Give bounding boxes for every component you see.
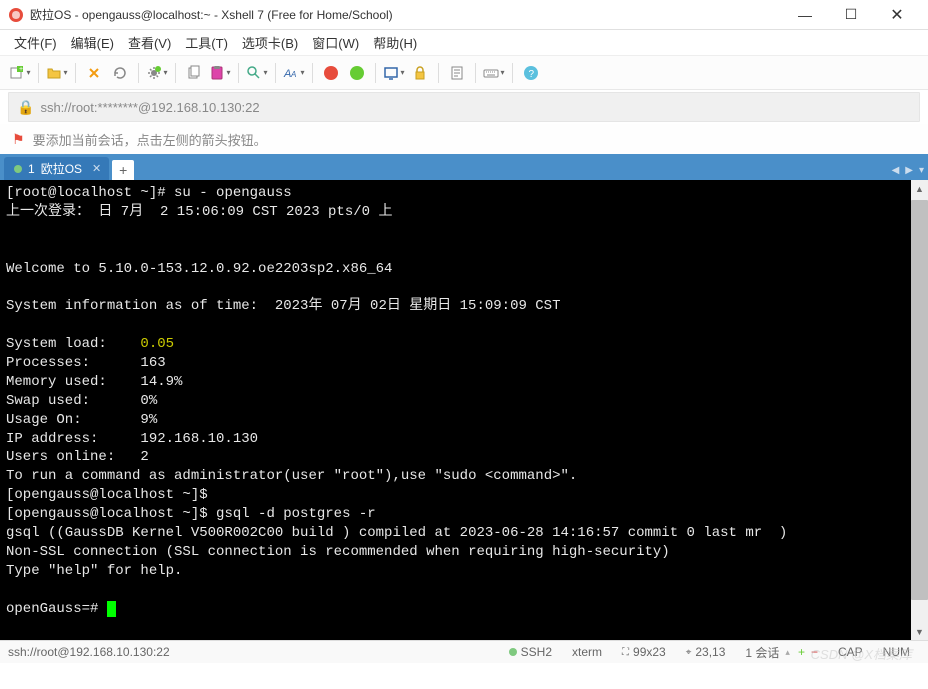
status-term: xterm — [562, 645, 612, 659]
help-icon[interactable]: ? — [519, 61, 543, 85]
terminal-container: [root@localhost ~]# su - opengauss 上一次登录… — [0, 180, 928, 640]
vertical-scrollbar[interactable]: ▲ ▼ — [911, 180, 928, 640]
hint-bar: ⚑ 要添加当前会话，点击左侧的箭头按钮。 — [0, 124, 928, 154]
session-tab[interactable]: 1 欧拉OS ✕ — [4, 157, 109, 180]
terminal-line: Usage On: 9% — [6, 412, 157, 428]
tab-close-icon[interactable]: ✕ — [92, 162, 101, 175]
menubar: 文件(F) 编辑(E) 查看(V) 工具(T) 选项卡(B) 窗口(W) 帮助(… — [0, 30, 928, 56]
terminal-line: System information as of time: 2023年 07月… — [6, 298, 560, 314]
menu-window[interactable]: 窗口(W) — [312, 33, 359, 52]
terminal-line: Swap used: 0% — [6, 393, 157, 409]
screen-icon[interactable]: ▾ — [382, 61, 406, 85]
scrollbar-thumb[interactable] — [911, 200, 928, 600]
system-load-value: 0.05 — [140, 336, 174, 352]
tab-nav: ◀ ▶ ▾ — [892, 165, 924, 176]
command: gsql -d postgres -r — [216, 506, 376, 522]
menu-file[interactable]: 文件(F) — [14, 33, 57, 52]
window-titlebar: 欧拉OS - opengauss@localhost:~ - Xshell 7 … — [0, 0, 928, 30]
status-connection: ssh://root@192.168.10.130:22 — [8, 645, 170, 659]
terminal-line: Users online: 2 — [6, 449, 149, 465]
window-title: 欧拉OS - opengauss@localhost:~ - Xshell 7 … — [30, 6, 782, 23]
status-cap: CAP — [828, 645, 873, 659]
address-bar[interactable]: 🔒 ssh://root:********@192.168.10.130:22 — [8, 92, 920, 122]
terminal-line: Processes: 163 — [6, 355, 166, 371]
status-size: ⛶ 99x23 — [612, 645, 676, 659]
toolbar: +▾ ▾ ▾ ▾ ▾ AA▾ ▾ ▾ ? — [0, 56, 928, 90]
terminal-line: 上一次登录： 日 7月 2 15:06:09 CST 2023 pts/0 上 — [6, 204, 392, 220]
tab-label: 欧拉OS — [41, 160, 82, 177]
address-text: ssh://root:********@192.168.10.130:22 — [40, 100, 259, 115]
prompt: [opengauss@localhost ~]$ — [6, 506, 216, 522]
xftp-icon[interactable] — [345, 61, 369, 85]
menu-tab[interactable]: 选项卡(B) — [242, 33, 298, 52]
terminal-line: gsql ((GaussDB Kernel V500R002C00 build … — [6, 525, 787, 541]
menu-tools[interactable]: 工具(T) — [185, 33, 228, 52]
terminal-line: Non-SSL connection (SSL connection is re… — [6, 544, 670, 560]
svg-text:?: ? — [529, 69, 535, 80]
prompt: [root@localhost ~]# — [6, 185, 174, 201]
disconnect-icon[interactable] — [82, 61, 106, 85]
new-tab-button[interactable]: + — [112, 160, 134, 180]
terminal-line: Memory used: 14.9% — [6, 374, 182, 390]
tab-next-icon[interactable]: ▶ — [905, 165, 913, 176]
prompt: [opengauss@localhost ~]$ — [6, 487, 208, 503]
svg-text:A: A — [290, 70, 296, 79]
tab-bar: 1 欧拉OS ✕ + ◀ ▶ ▾ — [0, 154, 928, 180]
font-icon[interactable]: AA▾ — [282, 61, 306, 85]
terminal-label: System load: — [6, 336, 140, 352]
terminal-line: IP address: 192.168.10.130 — [6, 431, 258, 447]
properties-icon[interactable]: ▾ — [145, 61, 169, 85]
terminal-line: Type "help" for help. — [6, 563, 182, 579]
status-pos: ⌖ 23,13 — [676, 645, 736, 659]
gsql-prompt: openGauss=# — [6, 601, 107, 617]
terminal[interactable]: [root@localhost ~]# su - opengauss 上一次登录… — [0, 180, 928, 640]
lock-icon[interactable] — [408, 61, 432, 85]
ssl-lock-icon: 🔒 — [17, 99, 34, 116]
terminal-line: Welcome to 5.10.0-153.12.0.92.oe2203sp2.… — [6, 261, 392, 277]
scroll-down-icon[interactable]: ▼ — [911, 623, 928, 640]
close-button[interactable]: ✕ — [874, 0, 920, 30]
ssh-status-icon — [509, 648, 517, 656]
svg-text:+: + — [19, 66, 23, 73]
cursor — [107, 601, 116, 617]
menu-edit[interactable]: 编辑(E) — [71, 33, 114, 52]
status-ssh: SSH2 — [499, 645, 562, 659]
tab-index: 1 — [28, 162, 35, 176]
keyboard-icon[interactable]: ▾ — [482, 61, 506, 85]
log-icon[interactable] — [445, 61, 469, 85]
tab-menu-icon[interactable]: ▾ — [919, 165, 924, 176]
hint-text: 要添加当前会话，点击左侧的箭头按钮。 — [33, 130, 267, 149]
find-icon[interactable]: ▾ — [245, 61, 269, 85]
status-sessions[interactable]: 1 会话▴+− — [735, 644, 828, 661]
xshell-icon[interactable] — [319, 61, 343, 85]
new-session-icon[interactable]: +▾ — [8, 61, 32, 85]
copy-icon[interactable] — [182, 61, 206, 85]
reconnect-icon[interactable] — [108, 61, 132, 85]
paste-icon[interactable]: ▾ — [208, 61, 232, 85]
scroll-up-icon[interactable]: ▲ — [911, 180, 928, 197]
command: su - opengauss — [174, 185, 292, 201]
window-controls: — ☐ ✕ — [782, 0, 920, 30]
status-num: NUM — [873, 645, 920, 659]
tab-prev-icon[interactable]: ◀ — [892, 165, 900, 176]
menu-view[interactable]: 查看(V) — [128, 33, 171, 52]
terminal-line: To run a command as administrator(user "… — [6, 468, 577, 484]
status-bar: ssh://root@192.168.10.130:22 SSH2 xterm … — [0, 640, 928, 663]
app-icon — [8, 7, 24, 23]
open-session-icon[interactable]: ▾ — [45, 61, 69, 85]
maximize-button[interactable]: ☐ — [828, 0, 874, 30]
flag-icon: ⚑ — [12, 131, 25, 148]
menu-help[interactable]: 帮助(H) — [373, 33, 417, 52]
connection-status-icon — [14, 165, 22, 173]
minimize-button[interactable]: — — [782, 0, 828, 30]
